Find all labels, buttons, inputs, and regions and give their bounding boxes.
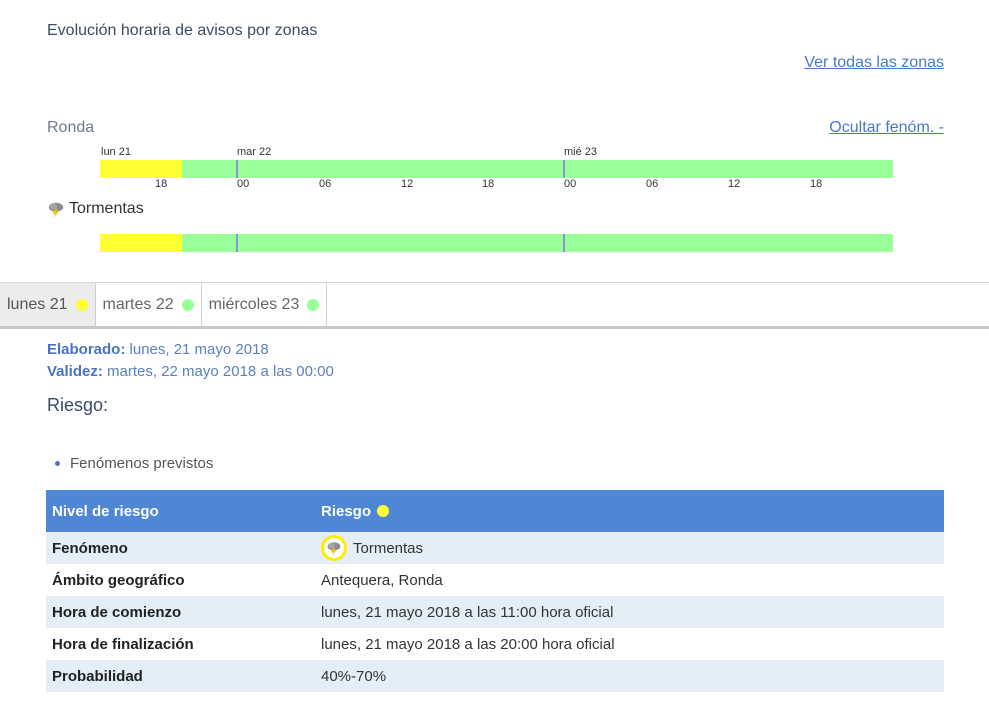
row-key: Hora de comienzo bbox=[46, 596, 315, 628]
row-key: Probabilidad bbox=[46, 660, 315, 692]
timeline-day-divider bbox=[236, 234, 238, 252]
tab-martes-22[interactable]: martes 22 bbox=[95, 283, 202, 326]
timeline-hour-label: 18 bbox=[810, 178, 823, 190]
elaborado-line: Elaborado: lunes, 21 mayo 2018 bbox=[47, 341, 269, 358]
header-risk-label: Riesgo bbox=[321, 502, 372, 520]
day-tabs: lunes 21 martes 22 miércoles 23 bbox=[0, 282, 989, 329]
validez-value: martes, 22 mayo 2018 a las 00:00 bbox=[107, 363, 334, 380]
phenomena-bullet: Fenómenos previstos bbox=[55, 455, 213, 472]
timeline-bar-overall bbox=[100, 160, 893, 178]
timeline-hour-label: 12 bbox=[401, 178, 414, 190]
header-risk: Riesgo bbox=[315, 490, 944, 532]
row-value: Tormentas bbox=[315, 532, 944, 564]
timeline-hour-label: 12 bbox=[728, 178, 741, 190]
risk-dot-icon bbox=[307, 298, 320, 311]
table-row: Hora de finalización lunes, 21 mayo 2018… bbox=[46, 628, 944, 660]
table-row: Probabilidad 40%-70% bbox=[46, 660, 944, 692]
risk-dot-icon bbox=[377, 505, 390, 517]
timeline-hour-label: 18 bbox=[482, 178, 495, 190]
timeline-hour-label: 18 bbox=[155, 178, 168, 190]
risk-dot-icon bbox=[75, 298, 88, 311]
bullet-text: Fenómenos previstos bbox=[70, 455, 214, 472]
tab-label: martes 22 bbox=[102, 295, 174, 313]
timeline-yellow-segment bbox=[100, 160, 182, 178]
storm-icon bbox=[321, 535, 347, 561]
timeline-bar-storms bbox=[100, 234, 893, 252]
timeline-day-label: mar 22 bbox=[237, 146, 272, 158]
tab-miercoles-23[interactable]: miércoles 23 bbox=[201, 283, 328, 326]
hide-phenomena-link[interactable]: Ocultar fenóm. - bbox=[829, 119, 944, 137]
bullet-icon bbox=[55, 461, 60, 466]
elaborado-value: lunes, 21 mayo 2018 bbox=[129, 341, 269, 358]
row-value-text: Tormentas bbox=[353, 539, 424, 557]
timeline-hour-label: 00 bbox=[564, 178, 577, 190]
timeline-day-divider bbox=[236, 160, 238, 178]
row-key: Ámbito geográfico bbox=[52, 571, 185, 589]
table-row: Hora de comienzo lunes, 21 mayo 2018 a l… bbox=[46, 596, 944, 628]
tab-label: miércoles 23 bbox=[208, 295, 300, 313]
storm-icon bbox=[48, 202, 64, 218]
timeline-day-label: lun 21 bbox=[101, 146, 131, 158]
phenomenon-label: Tormentas bbox=[47, 200, 144, 218]
riesgo-heading: Riesgo: bbox=[47, 395, 109, 415]
phenomenon-name: Tormentas bbox=[69, 200, 144, 217]
tab-label: lunes 21 bbox=[7, 295, 68, 313]
all-zones-link[interactable]: Ver todas las zonas bbox=[804, 54, 944, 72]
table-header-row: Nivel de riesgo Riesgo bbox=[46, 490, 944, 532]
timeline-day-divider bbox=[563, 160, 565, 178]
risk-dot-icon bbox=[181, 298, 194, 311]
header-risk-level: Nivel de riesgo bbox=[46, 490, 315, 532]
tab-lunes-21[interactable]: lunes 21 bbox=[0, 283, 96, 326]
table-row: Ámbito geográfico Antequera, Ronda bbox=[46, 564, 944, 596]
row-value: 40%-70% bbox=[315, 660, 944, 692]
row-value: lunes, 21 mayo 2018 a las 11:00 hora ofi… bbox=[315, 596, 944, 628]
timeline-day-label: mié 23 bbox=[564, 146, 598, 158]
validez-line: Validez: martes, 22 mayo 2018 a las 00:0… bbox=[47, 363, 334, 380]
timeline-day-divider bbox=[563, 234, 565, 252]
timeline-hour-label: 00 bbox=[237, 178, 250, 190]
page-title: Evolución horaria de avisos por zonas bbox=[47, 22, 318, 39]
row-value: Antequera, Ronda bbox=[321, 571, 443, 589]
validez-label: Validez: bbox=[47, 363, 103, 380]
table-row: Fenómeno Tormentas bbox=[46, 532, 944, 564]
row-key: Fenómeno bbox=[46, 532, 315, 564]
timeline-hour-label: 06 bbox=[646, 178, 659, 190]
risk-table: Nivel de riesgo Riesgo Fenómeno Tormenta… bbox=[46, 490, 944, 692]
timeline-hour-label: 06 bbox=[319, 178, 332, 190]
elaborado-label: Elaborado: bbox=[47, 341, 126, 358]
zone-name: Ronda bbox=[47, 119, 95, 136]
row-value: lunes, 21 mayo 2018 a las 20:00 hora ofi… bbox=[321, 635, 615, 653]
row-key: Hora de finalización bbox=[52, 635, 194, 653]
timeline-yellow-segment bbox=[100, 234, 182, 252]
